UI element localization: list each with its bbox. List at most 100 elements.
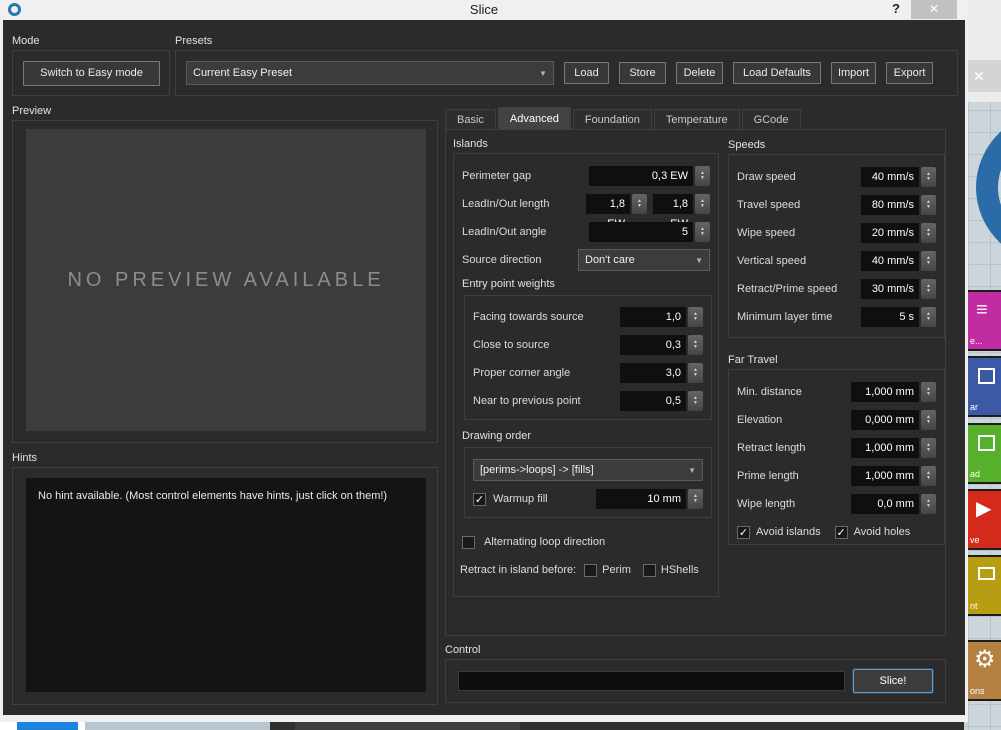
- prime-length-spinner[interactable]: ▲▼: [921, 466, 936, 486]
- far-travel-group-label: Far Travel: [728, 354, 945, 366]
- avoid-islands-checkbox[interactable]: ✓: [737, 526, 750, 539]
- preset-select[interactable]: Current Easy Preset ▼: [186, 61, 554, 85]
- bg-toolbar-save-label: ve: [970, 535, 980, 545]
- near-to-previous-point-row: Near to previous point 0,5 ▲▼: [473, 391, 703, 411]
- preset-load-button[interactable]: Load: [564, 62, 609, 84]
- perimeter-gap-spinner[interactable]: ▲▼: [695, 166, 710, 186]
- bg-toolbar-load-label: ad: [970, 469, 980, 479]
- min-distance-input[interactable]: 1,000 mm: [851, 382, 919, 402]
- facing-towards-source-input[interactable]: 1,0: [620, 307, 686, 327]
- preset-import-button[interactable]: Import: [831, 62, 876, 84]
- leadinout-length-spinner-1[interactable]: ▲▼: [632, 194, 647, 214]
- wipe-length-input[interactable]: 0,0 mm: [851, 494, 919, 514]
- vertical-speed-input[interactable]: 40 mm/s: [861, 251, 919, 271]
- tab-basic[interactable]: Basic: [445, 109, 496, 130]
- minimum-layer-time-spinner[interactable]: ▲▼: [921, 307, 936, 327]
- retract-hshells-checkbox[interactable]: [643, 564, 656, 577]
- camera-icon: [978, 567, 995, 580]
- vertical-speed-spinner[interactable]: ▲▼: [921, 251, 936, 271]
- close-to-source-spinner[interactable]: ▲▼: [688, 335, 703, 355]
- close-button[interactable]: ✕: [911, 0, 957, 19]
- near-to-previous-point-input[interactable]: 0,5: [620, 391, 686, 411]
- bg-toolbar-options-button[interactable]: ⚙ ons: [964, 640, 1001, 701]
- wipe-length-spinner[interactable]: ▲▼: [921, 494, 936, 514]
- tab-temperature[interactable]: Temperature: [654, 109, 740, 130]
- drawing-order-select[interactable]: [perims->loops] -> [fills] ▼: [473, 459, 703, 481]
- source-direction-select[interactable]: Don't care ▼: [578, 249, 710, 271]
- avoid-holes-checkbox[interactable]: ✓: [835, 526, 848, 539]
- proper-corner-angle-spinner[interactable]: ▲▼: [688, 363, 703, 383]
- wipe-speed-spinner[interactable]: ▲▼: [921, 223, 936, 243]
- retract-prime-speed-input[interactable]: 30 mm/s: [861, 279, 919, 299]
- bg-progressbar-fragment: [17, 722, 78, 730]
- slice-button[interactable]: Slice!: [853, 669, 933, 693]
- wipe-length-row: Wipe length 0,0 mm ▲▼: [737, 494, 936, 514]
- preset-store-button[interactable]: Store: [619, 62, 666, 84]
- prime-length-label: Prime length: [737, 470, 851, 482]
- warmup-fill-checkbox[interactable]: ✓: [473, 493, 486, 506]
- bg-toolbar-slice-button[interactable]: ≡ e...: [964, 290, 1001, 351]
- hints-panel: No hint available. (Most control element…: [26, 478, 426, 692]
- help-button[interactable]: ?: [888, 1, 904, 16]
- bg-toolbar-print-button[interactable]: nt: [964, 555, 1001, 616]
- bg-toolbar-clear-button[interactable]: ar: [964, 356, 1001, 417]
- retract-prime-speed-spinner[interactable]: ▲▼: [921, 279, 936, 299]
- preset-export-button[interactable]: Export: [886, 62, 933, 84]
- perimeter-gap-label: Perimeter gap: [462, 170, 589, 182]
- retract-length-spinner[interactable]: ▲▼: [921, 438, 936, 458]
- warmup-fill-spinner[interactable]: ▲▼: [688, 489, 703, 509]
- draw-speed-input[interactable]: 40 mm/s: [861, 167, 919, 187]
- tab-gcode[interactable]: GCode: [742, 109, 801, 130]
- wipe-speed-input[interactable]: 20 mm/s: [861, 223, 919, 243]
- tab-foundation[interactable]: Foundation: [573, 109, 652, 130]
- leadinout-angle-row: LeadIn/Out angle 5 ▲▼: [462, 222, 710, 242]
- bg-toolbar-clear-label: ar: [970, 402, 978, 412]
- drawing-order-label: Drawing order: [462, 430, 710, 442]
- leadinout-length-spinner-2[interactable]: ▲▼: [695, 194, 710, 214]
- elevation-spinner[interactable]: ▲▼: [921, 410, 936, 430]
- slice-lines-icon: ≡: [976, 300, 1001, 320]
- leadinout-length-label: LeadIn/Out length: [462, 198, 586, 210]
- perimeter-gap-input[interactable]: 0,3 EW: [589, 166, 693, 186]
- retract-length-row: Retract length 1,000 mm ▲▼: [737, 438, 936, 458]
- bg-toolbar-print-label: nt: [970, 601, 978, 611]
- leadinout-length-input-1[interactable]: 1,8 EW: [586, 194, 630, 214]
- source-direction-label: Source direction: [462, 254, 578, 266]
- near-to-previous-point-spinner[interactable]: ▲▼: [688, 391, 703, 411]
- preset-delete-button[interactable]: Delete: [676, 62, 723, 84]
- wipe-length-label: Wipe length: [737, 498, 851, 510]
- facing-towards-source-spinner[interactable]: ▲▼: [688, 307, 703, 327]
- no-preview-text: NO PREVIEW AVAILABLE: [67, 269, 384, 292]
- minimum-layer-time-input[interactable]: 5 s: [861, 307, 919, 327]
- preview-group: Preview NO PREVIEW AVAILABLE: [12, 105, 438, 443]
- retract-perim-checkbox[interactable]: [584, 564, 597, 577]
- warmup-fill-input[interactable]: 10 mm: [596, 489, 686, 509]
- elevation-input[interactable]: 0,000 mm: [851, 410, 919, 430]
- proper-corner-angle-input[interactable]: 3,0: [620, 363, 686, 383]
- titlebar[interactable]: Slice ? ✕: [0, 0, 968, 20]
- min-distance-spinner[interactable]: ▲▼: [921, 382, 936, 402]
- bg-toolbar-options-label: ons: [970, 686, 985, 696]
- close-to-source-input[interactable]: 0,3: [620, 335, 686, 355]
- retract-in-island-row: Retract in island before: Perim HShells: [460, 560, 710, 580]
- tab-advanced[interactable]: Advanced: [498, 107, 571, 130]
- alternating-loop-direction-checkbox[interactable]: [462, 536, 475, 549]
- travel-speed-spinner[interactable]: ▲▼: [921, 195, 936, 215]
- retract-hshells-label: HShells: [661, 564, 699, 576]
- screen: ✕ ≡ e... ar ad ▶ ve nt ⚙ ons Slice ? ✕: [0, 0, 1001, 730]
- travel-speed-input[interactable]: 80 mm/s: [861, 195, 919, 215]
- preset-load-defaults-button[interactable]: Load Defaults: [733, 62, 821, 84]
- retract-length-input[interactable]: 1,000 mm: [851, 438, 919, 458]
- prime-length-input[interactable]: 1,000 mm: [851, 466, 919, 486]
- switch-to-easy-mode-button[interactable]: Switch to Easy mode: [23, 61, 160, 86]
- gear-icon: ⚙: [974, 650, 1001, 670]
- bg-toolbar-save-button[interactable]: ▶ ve: [964, 489, 1001, 550]
- min-distance-row: Min. distance 1,000 mm ▲▼: [737, 382, 936, 402]
- leadinout-angle-spinner[interactable]: ▲▼: [695, 222, 710, 242]
- draw-speed-spinner[interactable]: ▲▼: [921, 167, 936, 187]
- leadinout-angle-input[interactable]: 5: [589, 222, 693, 242]
- entry-point-weights-label: Entry point weights: [462, 278, 710, 290]
- leadinout-length-input-2[interactable]: 1,8 EW: [653, 194, 693, 214]
- bg-toolbar-load-button[interactable]: ad: [964, 423, 1001, 484]
- background-close-icon[interactable]: ✕: [966, 60, 1001, 92]
